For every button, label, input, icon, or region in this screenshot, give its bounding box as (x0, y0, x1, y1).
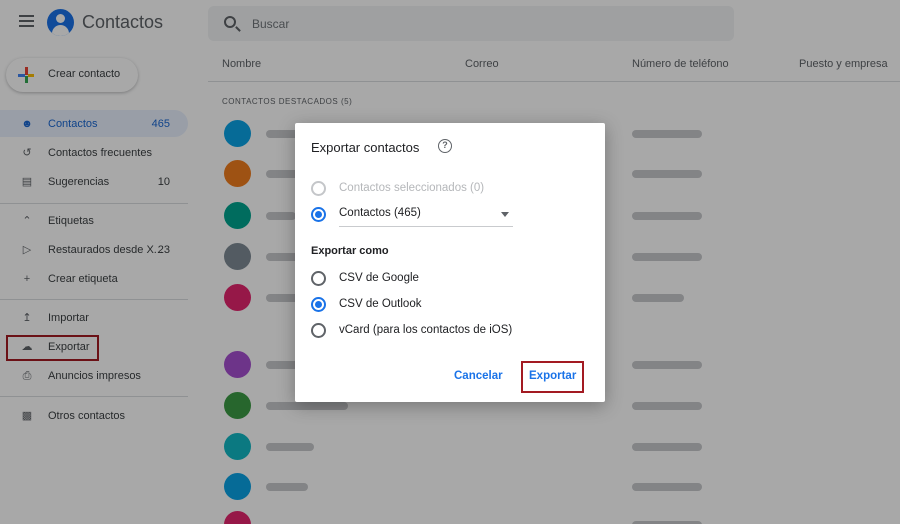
format-csv-google-label[interactable]: CSV de Google (339, 272, 419, 284)
dialog-title: Exportar contactos (311, 140, 420, 155)
radio-vcard[interactable] (311, 323, 326, 338)
select-underline (339, 226, 513, 227)
radio-csv-outlook[interactable] (311, 297, 326, 312)
option-selected-contacts-label: Contactos seleccionados (0) (339, 182, 485, 194)
radio-all-contacts[interactable] (311, 207, 326, 222)
help-icon[interactable]: ? (438, 139, 452, 153)
cancel-button[interactable]: Cancelar (454, 370, 503, 382)
format-csv-outlook-label[interactable]: CSV de Outlook (339, 298, 421, 310)
export-dialog: Exportar contactos ? Contactos seleccion… (295, 123, 605, 402)
format-vcard-label[interactable]: vCard (para los contactos de iOS) (339, 324, 512, 336)
radio-csv-google[interactable] (311, 271, 326, 286)
export-as-label: Exportar como (311, 245, 389, 257)
dropdown-caret-icon[interactable] (501, 212, 509, 217)
contacts-select[interactable]: Contactos (465) (339, 207, 421, 219)
radio-selected-contacts (311, 181, 326, 196)
export-button-highlight (521, 361, 584, 393)
